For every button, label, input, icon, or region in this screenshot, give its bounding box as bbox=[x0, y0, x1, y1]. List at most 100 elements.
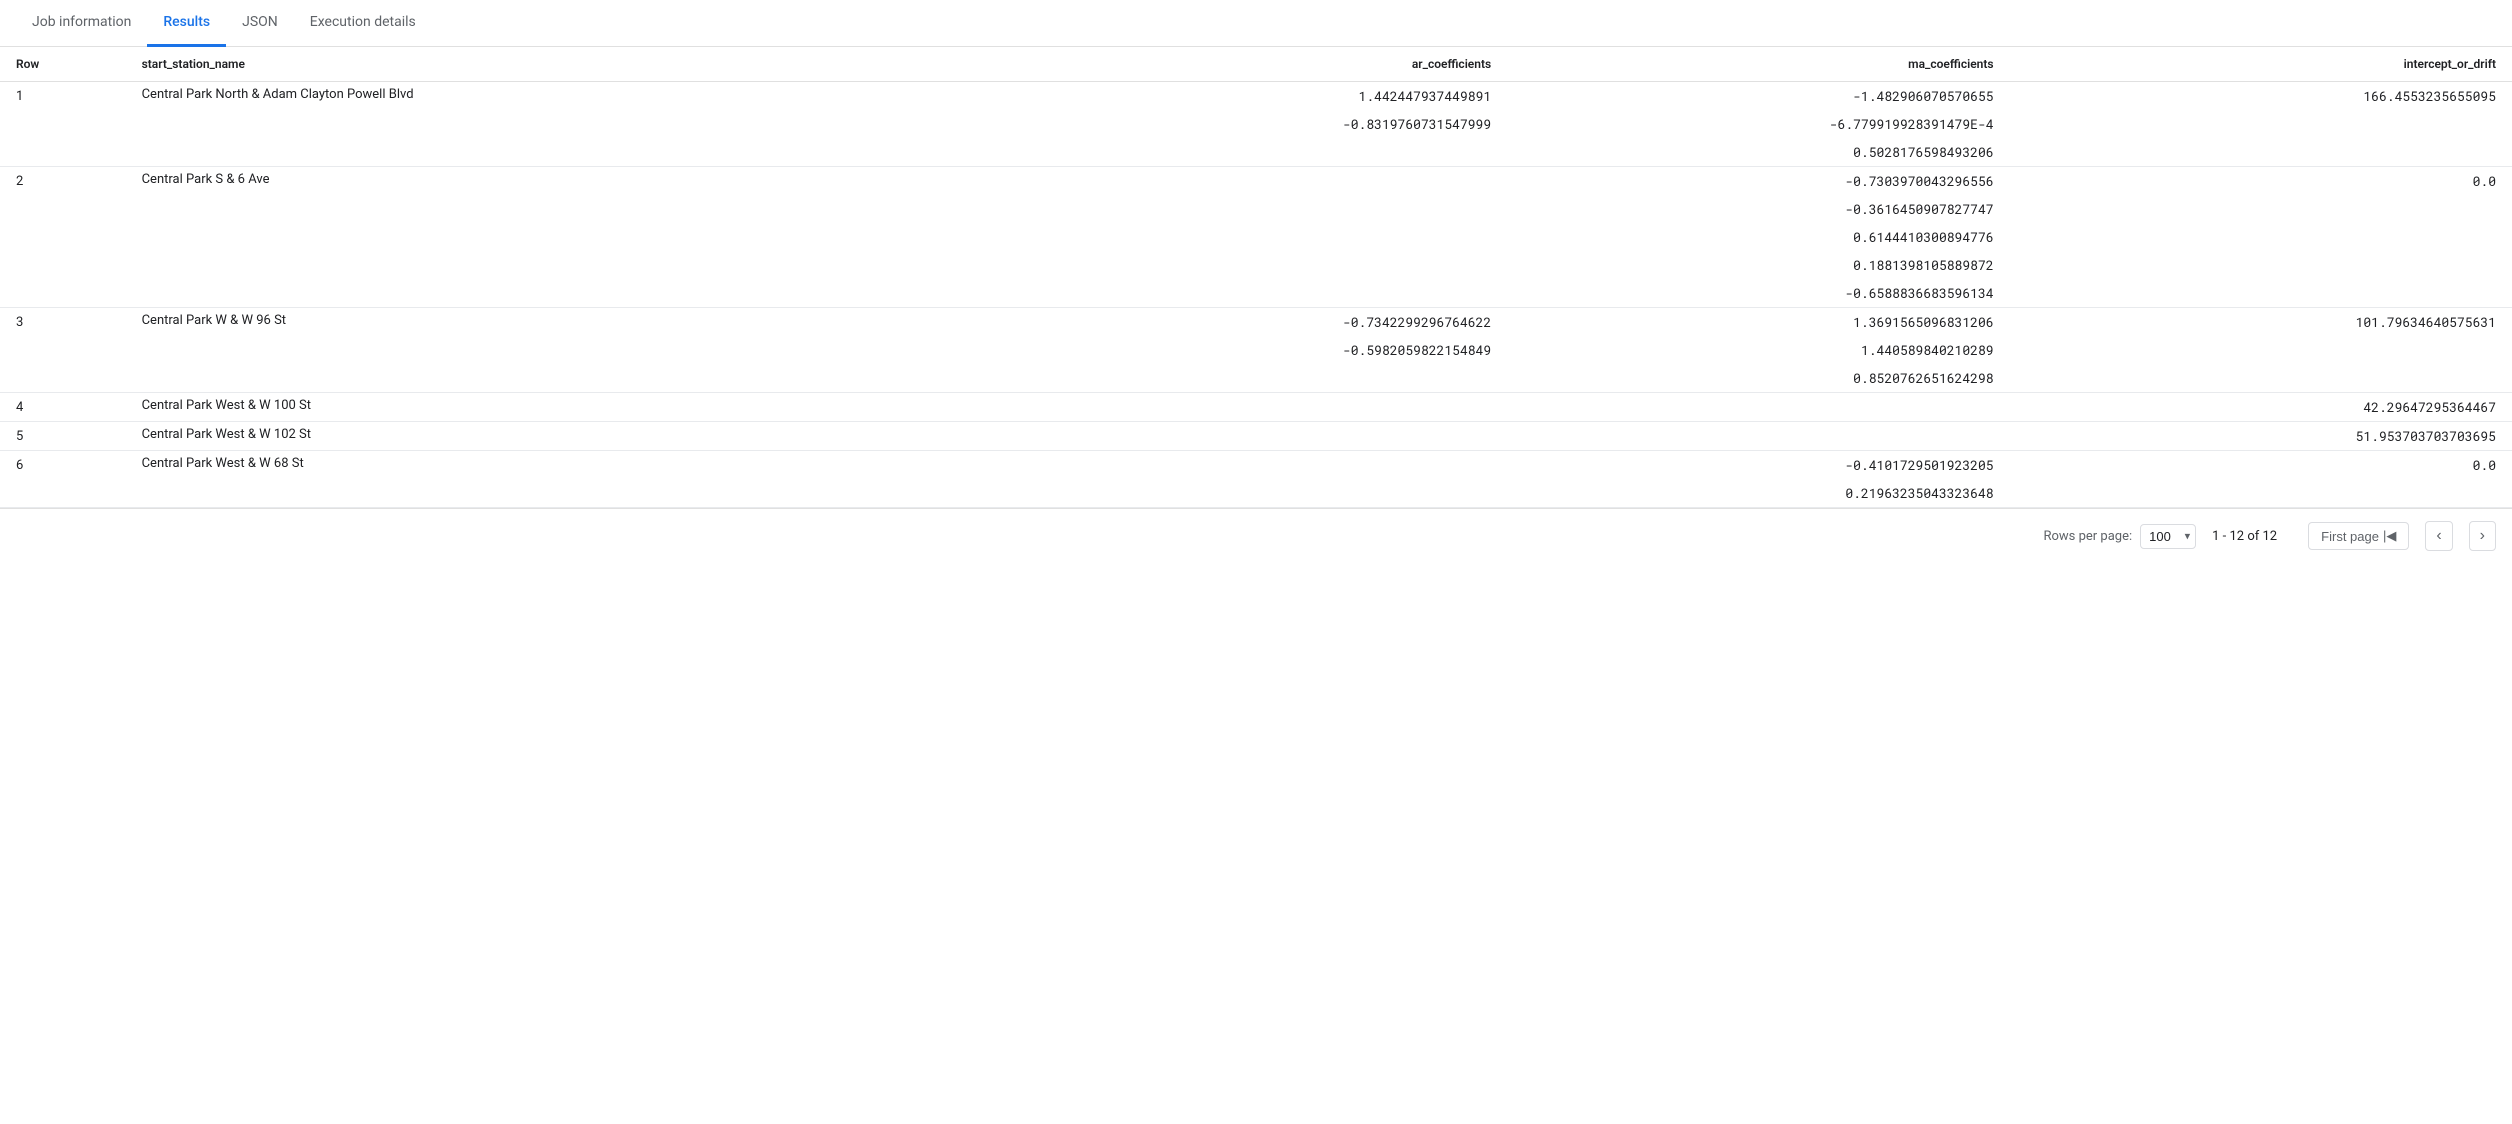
next-icon: › bbox=[2480, 527, 2485, 545]
table-row: 5Central Park West & W 102 St51.95370370… bbox=[0, 422, 2512, 451]
pagination-bar: Rows per page: 100 25 50 200 1 - 12 of 1… bbox=[0, 508, 2512, 563]
tab-execution[interactable]: Execution details bbox=[294, 0, 432, 47]
cell-station bbox=[126, 251, 1005, 279]
cell-ma: 0.5028176598493206 bbox=[1507, 138, 2009, 167]
cell-ar bbox=[1005, 364, 1507, 393]
first-page-button[interactable]: First page |◀ bbox=[2308, 522, 2409, 550]
cell-station bbox=[126, 479, 1005, 508]
cell-station bbox=[126, 336, 1005, 364]
cell-row-num: 6 bbox=[0, 451, 126, 480]
table-row: 3Central Park W & W 96 St-0.734229929676… bbox=[0, 308, 2512, 337]
table-row: 6Central Park West & W 68 St -0.410172950… bbox=[0, 451, 2512, 480]
cell-ma: 1.440589840210289 bbox=[1507, 336, 2009, 364]
cell-station bbox=[126, 364, 1005, 393]
cell-intercept bbox=[2010, 364, 2512, 393]
cell-intercept bbox=[2010, 251, 2512, 279]
rows-per-page-section: Rows per page: 100 25 50 200 bbox=[2043, 524, 2196, 549]
cell-ar bbox=[1005, 195, 1507, 223]
cell-station: Central Park West & W 100 St bbox=[126, 393, 1005, 422]
cell-row-num bbox=[0, 110, 126, 138]
cell-station bbox=[126, 223, 1005, 251]
cell-ma: 1.3691565096831206 bbox=[1507, 308, 2009, 337]
results-table: Row start_station_name ar_coefficients m… bbox=[0, 47, 2512, 508]
table-row: 0.8520762651624298 bbox=[0, 364, 2512, 393]
col-header-ma: ma_coefficients bbox=[1507, 47, 2009, 82]
cell-row-num: 1 bbox=[0, 82, 126, 111]
table-row: 0.5028176598493206 bbox=[0, 138, 2512, 167]
cell-station: Central Park W & W 96 St bbox=[126, 308, 1005, 337]
table-row: 0.21963235043323648 bbox=[0, 479, 2512, 508]
cell-intercept bbox=[2010, 138, 2512, 167]
cell-ma: 0.6144410300894776 bbox=[1507, 223, 2009, 251]
cell-station: Central Park West & W 102 St bbox=[126, 422, 1005, 451]
cell-ar: -0.7342299296764622 bbox=[1005, 308, 1507, 337]
cell-station: Central Park North & Adam Clayton Powell… bbox=[126, 82, 1005, 111]
cell-intercept: 42.29647295364467 bbox=[2010, 393, 2512, 422]
next-page-button[interactable]: › bbox=[2469, 521, 2496, 551]
col-header-intercept: intercept_or_drift bbox=[2010, 47, 2512, 82]
cell-intercept: 0.0 bbox=[2010, 451, 2512, 480]
table-row: -0.3616450907827747 bbox=[0, 195, 2512, 223]
cell-ar bbox=[1005, 138, 1507, 167]
cell-row-num: 2 bbox=[0, 167, 126, 196]
cell-intercept bbox=[2010, 336, 2512, 364]
col-header-row: Row bbox=[0, 47, 126, 82]
rows-per-page-label: Rows per page: bbox=[2043, 529, 2132, 544]
table-body: 1Central Park North & Adam Clayton Powel… bbox=[0, 82, 2512, 508]
tab-results[interactable]: Results bbox=[147, 0, 226, 47]
cell-row-num bbox=[0, 364, 126, 393]
cell-intercept: 51.953703703703695 bbox=[2010, 422, 2512, 451]
cell-ar bbox=[1005, 422, 1507, 451]
cell-station bbox=[126, 138, 1005, 167]
table-row: -0.6588836683596134 bbox=[0, 279, 2512, 308]
cell-ar: 1.442447937449891 bbox=[1005, 82, 1507, 111]
cell-ar bbox=[1005, 451, 1507, 480]
tab-bar: Job informationResultsJSONExecution deta… bbox=[0, 0, 2512, 47]
col-header-ar: ar_coefficients bbox=[1005, 47, 1507, 82]
tab-json[interactable]: JSON bbox=[226, 0, 294, 47]
cell-row-num bbox=[0, 279, 126, 308]
cell-ar bbox=[1005, 279, 1507, 308]
cell-ma bbox=[1507, 422, 2009, 451]
cell-row-num bbox=[0, 195, 126, 223]
cell-intercept: 166.4553235655095 bbox=[2010, 82, 2512, 111]
tab-job-info[interactable]: Job information bbox=[16, 0, 147, 47]
table-header: Row start_station_name ar_coefficients m… bbox=[0, 47, 2512, 82]
prev-page-button[interactable]: ‹ bbox=[2425, 521, 2452, 551]
cell-row-num bbox=[0, 336, 126, 364]
table-row: -0.59820598221548491.440589840210289 bbox=[0, 336, 2512, 364]
rows-per-page-select[interactable]: 100 25 50 200 bbox=[2140, 524, 2196, 549]
col-header-station: start_station_name bbox=[126, 47, 1005, 82]
cell-ar bbox=[1005, 479, 1507, 508]
cell-ar: -0.5982059822154849 bbox=[1005, 336, 1507, 364]
cell-ar bbox=[1005, 251, 1507, 279]
cell-row-num bbox=[0, 479, 126, 508]
cell-station: Central Park West & W 68 St bbox=[126, 451, 1005, 480]
table-row: 1Central Park North & Adam Clayton Powel… bbox=[0, 82, 2512, 111]
cell-ma: -1.482906070570655 bbox=[1507, 82, 2009, 111]
table-row: 0.1881398105889872 bbox=[0, 251, 2512, 279]
table-row: -0.8319760731547999-6.779919928391479E-4 bbox=[0, 110, 2512, 138]
cell-ma: 0.8520762651624298 bbox=[1507, 364, 2009, 393]
cell-intercept bbox=[2010, 279, 2512, 308]
cell-ma: -0.4101729501923205 bbox=[1507, 451, 2009, 480]
cell-row-num bbox=[0, 138, 126, 167]
cell-row-num: 4 bbox=[0, 393, 126, 422]
cell-intercept bbox=[2010, 223, 2512, 251]
cell-intercept bbox=[2010, 110, 2512, 138]
first-page-icon: |◀ bbox=[2383, 528, 2396, 544]
cell-intercept bbox=[2010, 479, 2512, 508]
cell-station bbox=[126, 195, 1005, 223]
table-row: 4Central Park West & W 100 St 42.29647295… bbox=[0, 393, 2512, 422]
cell-ma: -0.3616450907827747 bbox=[1507, 195, 2009, 223]
cell-station bbox=[126, 110, 1005, 138]
cell-station bbox=[126, 279, 1005, 308]
cell-ma: 0.21963235043323648 bbox=[1507, 479, 2009, 508]
cell-intercept: 101.79634640575631 bbox=[2010, 308, 2512, 337]
cell-ar bbox=[1005, 393, 1507, 422]
cell-row-num bbox=[0, 251, 126, 279]
table-row: 2Central Park S & 6 Ave-0.73039700432965… bbox=[0, 167, 2512, 196]
cell-ma bbox=[1507, 393, 2009, 422]
prev-icon: ‹ bbox=[2436, 527, 2441, 545]
rows-per-page-wrapper: 100 25 50 200 bbox=[2140, 524, 2196, 549]
